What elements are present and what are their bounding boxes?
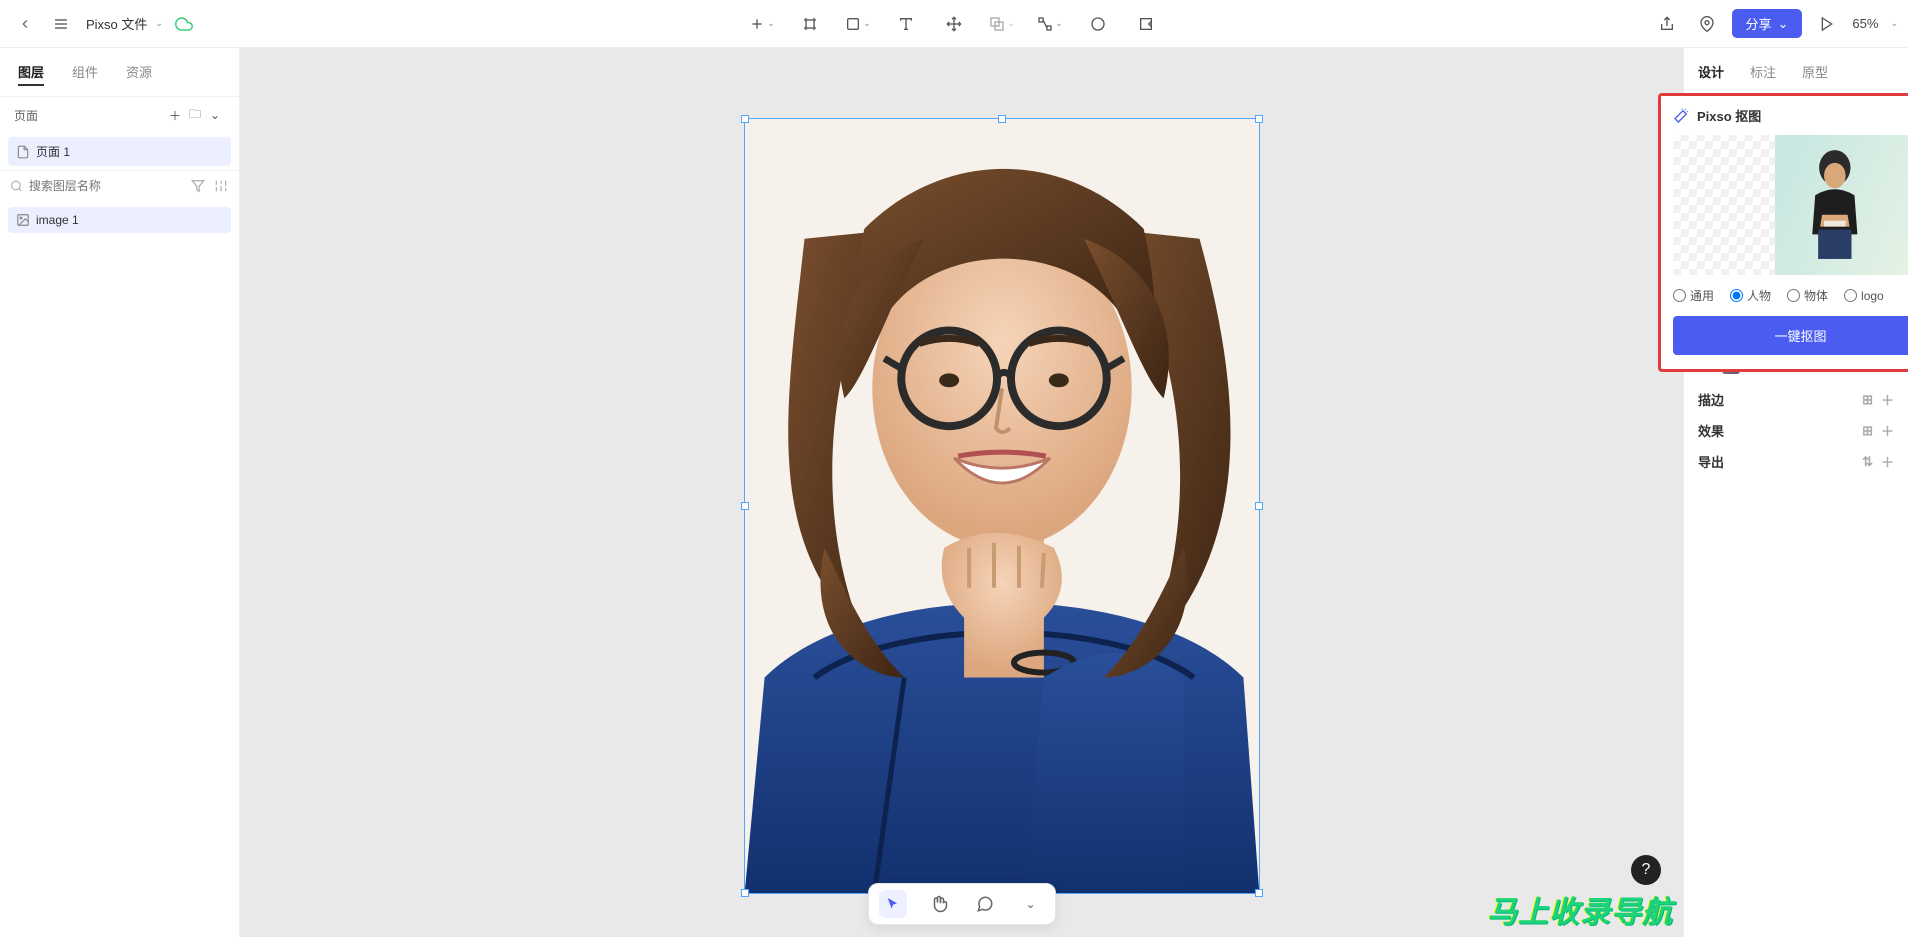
search-icon	[10, 179, 23, 193]
page-icon	[16, 145, 30, 159]
settings-icon[interactable]	[212, 177, 229, 195]
duplicate-icon[interactable]: ⌄	[987, 9, 1017, 39]
file-title[interactable]: Pixso 文件	[86, 14, 147, 33]
filter-icon[interactable]	[190, 177, 207, 195]
share-label: 分享	[1746, 14, 1772, 33]
play-icon[interactable]	[1812, 9, 1842, 39]
effect-section-label: 效果	[1698, 421, 1724, 440]
tab-components[interactable]: 组件	[72, 62, 98, 86]
tab-prototype[interactable]: 原型	[1802, 62, 1828, 81]
left-tabs: 图层 组件 资源	[0, 48, 239, 96]
top-toolbar: Pixso 文件 ⌄ ⌄ ⌄ ⌄ ⌄	[0, 0, 1908, 48]
pages-label: 页面	[14, 107, 38, 124]
resize-handle[interactable]	[741, 502, 749, 510]
radio-object[interactable]: 物体	[1787, 287, 1828, 304]
cloud-sync-icon[interactable]	[169, 9, 199, 39]
file-dropdown-icon[interactable]: ⌄	[155, 18, 163, 29]
zoom-dropdown-icon[interactable]: ⌄	[1890, 18, 1898, 29]
move-icon[interactable]	[939, 9, 969, 39]
radio-logo[interactable]: logo	[1844, 289, 1884, 303]
resize-handle[interactable]	[1255, 889, 1263, 897]
location-icon[interactable]	[1692, 9, 1722, 39]
hand-tool[interactable]	[925, 890, 953, 918]
resize-handle[interactable]	[998, 115, 1006, 123]
stroke-style-icon[interactable]: ⊞	[1862, 392, 1873, 408]
tab-layers[interactable]: 图层	[18, 62, 44, 86]
more-tools-icon[interactable]: ⌄	[1017, 890, 1045, 918]
zoom-level[interactable]: 65%	[1852, 16, 1878, 31]
radio-person[interactable]: 人物	[1730, 287, 1771, 304]
pages-header: 页面 ＋ 🗀 ⌄	[0, 96, 239, 133]
floating-toolbar: ⌄	[868, 883, 1056, 925]
resize-handle[interactable]	[1255, 115, 1263, 123]
cutout-title: Pixso 抠图	[1697, 106, 1761, 125]
toolbar-right: 分享 ⌄ 65% ⌄	[1652, 9, 1899, 39]
cutout-button[interactable]: 一键抠图	[1673, 316, 1908, 355]
pages-collapse-icon[interactable]: ⌄	[205, 105, 225, 125]
cursor-tool[interactable]	[879, 890, 907, 918]
left-panel: 图层 组件 资源 页面 ＋ 🗀 ⌄ 页面 1	[0, 48, 240, 937]
page-name: 页面 1	[36, 143, 70, 160]
back-icon[interactable]	[10, 9, 40, 39]
effect-style-icon[interactable]: ⊞	[1862, 423, 1873, 439]
text-icon[interactable]	[891, 9, 921, 39]
page-item[interactable]: 页面 1	[8, 137, 231, 166]
layer-name: image 1	[36, 213, 79, 227]
ellipse-icon[interactable]	[1083, 9, 1113, 39]
magic-wand-icon	[1673, 108, 1689, 124]
tab-assets[interactable]: 资源	[126, 62, 152, 86]
menu-icon[interactable]	[46, 9, 76, 39]
shape-icon[interactable]: ⌄	[843, 9, 873, 39]
cutout-mode-row: 通用 人物 物体 logo	[1673, 287, 1908, 304]
layer-search-input[interactable]	[29, 179, 184, 193]
add-page-icon[interactable]: ＋	[165, 105, 185, 125]
help-button[interactable]: ?	[1631, 855, 1661, 885]
export-settings-icon[interactable]: ⇅	[1862, 454, 1873, 470]
image-content	[745, 119, 1259, 893]
slice-icon[interactable]	[1131, 9, 1161, 39]
resize-handle[interactable]	[1255, 502, 1263, 510]
layer-item[interactable]: image 1	[8, 207, 231, 233]
pages-folder-icon[interactable]: 🗀	[185, 105, 205, 125]
image-icon	[16, 213, 30, 227]
canvas[interactable]: 773×1160 Pixso 抠图 ×	[240, 48, 1683, 937]
share-button[interactable]: 分享 ⌄	[1732, 9, 1803, 38]
resize-handle[interactable]	[741, 115, 749, 123]
tab-annotate[interactable]: 标注	[1750, 62, 1776, 81]
selected-image[interactable]: 773×1160	[744, 118, 1260, 894]
add-export-icon[interactable]: ＋	[1881, 452, 1894, 471]
export-section-label: 导出	[1698, 452, 1724, 471]
resize-handle[interactable]	[741, 889, 749, 897]
chevron-down-icon: ⌄	[1778, 16, 1789, 32]
toolbar-center: ⌄ ⌄ ⌄ ⌄	[747, 9, 1161, 39]
tab-design[interactable]: 设计	[1698, 62, 1724, 81]
add-stroke-icon[interactable]: ＋	[1881, 390, 1894, 409]
comment-tool[interactable]	[971, 890, 999, 918]
export-icon[interactable]	[1652, 9, 1682, 39]
add-effect-icon[interactable]: ＋	[1881, 421, 1894, 440]
watermark: 马上收录导航	[1487, 887, 1673, 931]
vector-icon[interactable]: ⌄	[1035, 9, 1065, 39]
add-icon[interactable]: ⌄	[747, 9, 777, 39]
stroke-section-label: 描边	[1698, 390, 1724, 409]
layer-search-row	[0, 170, 239, 201]
cutout-preview	[1673, 135, 1908, 275]
frame-icon[interactable]	[795, 9, 825, 39]
radio-general[interactable]: 通用	[1673, 287, 1714, 304]
cutout-panel: Pixso 抠图 × 通用	[1658, 93, 1908, 372]
